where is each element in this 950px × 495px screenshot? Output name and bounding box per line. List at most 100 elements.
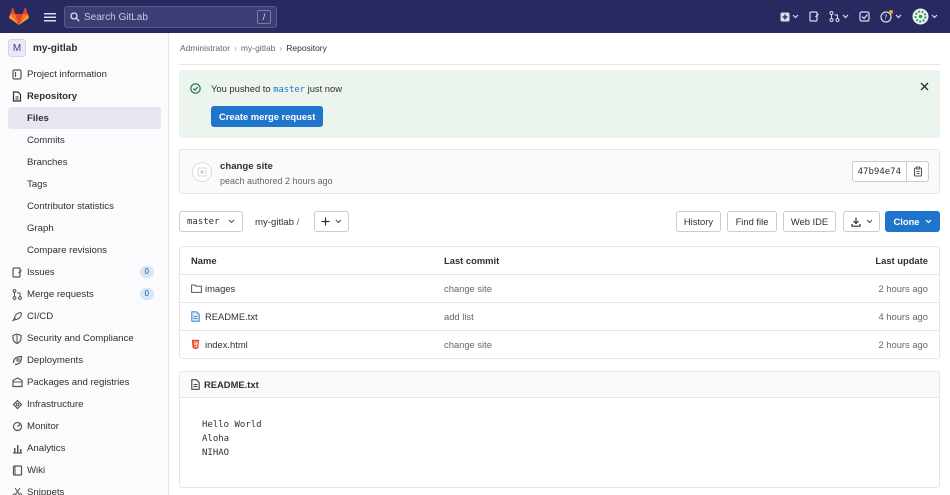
table-row[interactable]: index.html change site 2 hours ago xyxy=(180,330,939,358)
book-icon xyxy=(11,464,23,476)
file-name-cell[interactable]: images xyxy=(191,283,235,294)
main-content: Administrator › my-gitlab › Repository Y… xyxy=(170,33,950,495)
sidebar-item-label: Deployments xyxy=(27,354,83,366)
last-commit-link[interactable]: change site xyxy=(444,339,492,350)
last-update: 4 hours ago xyxy=(878,311,928,322)
branch-selector-label: master xyxy=(187,216,220,227)
readme-panel: README.txt Hello World Aloha NIHAO xyxy=(179,371,940,488)
project-header[interactable]: M my-gitlab xyxy=(0,33,168,63)
breadcrumb-administrator[interactable]: Administrator xyxy=(180,43,230,53)
rocket-icon xyxy=(11,311,23,322)
history-button[interactable]: History xyxy=(676,211,721,232)
sidebar-subitem-contributor-statistics[interactable]: Contributor statistics xyxy=(0,195,168,217)
sidebar-item-ci-cd[interactable]: CI/CD xyxy=(0,305,168,327)
text-file-icon xyxy=(191,311,203,322)
file-name[interactable]: images xyxy=(205,283,235,294)
check-circle-icon xyxy=(190,83,201,97)
merge-request-icon xyxy=(11,288,23,300)
readme-line: Aloha xyxy=(202,434,230,444)
sidebar-item-project-information[interactable]: Project information xyxy=(0,63,168,85)
todos-nav-button[interactable] xyxy=(854,0,875,33)
sidebar-item-deployments[interactable]: Deployments xyxy=(0,349,168,371)
sidebar-subitem-tags[interactable]: Tags xyxy=(0,173,168,195)
readme-title[interactable]: README.txt xyxy=(204,379,259,390)
search-box[interactable]: / xyxy=(64,6,277,28)
sidebar-subitem-commits[interactable]: Commits xyxy=(0,129,168,151)
branch-selector[interactable]: master xyxy=(179,211,243,232)
column-header-last-update: Last update xyxy=(875,255,928,266)
web-ide-button[interactable]: Web IDE xyxy=(783,211,836,232)
merge-request-icon xyxy=(829,11,840,22)
sidebar-item-monitor[interactable]: Monitor xyxy=(0,415,168,437)
search-input[interactable] xyxy=(84,11,244,23)
close-icon[interactable] xyxy=(918,80,930,92)
find-file-button[interactable]: Find file xyxy=(727,211,777,232)
column-header-last-commit: Last commit xyxy=(444,255,500,266)
push-alert: You pushed to master just now Create mer… xyxy=(179,70,940,138)
gitlab-logo[interactable] xyxy=(2,0,36,33)
html-file-icon xyxy=(191,339,203,350)
alert-prefix: You pushed to xyxy=(211,83,274,94)
table-row[interactable]: README.txt add list 4 hours ago xyxy=(180,302,939,330)
merge-requests-nav-button[interactable] xyxy=(824,0,854,33)
path-project-link[interactable]: my-gitlab xyxy=(255,217,294,228)
help-icon: ? xyxy=(880,10,893,23)
sidebar-subitem-compare-revisions[interactable]: Compare revisions xyxy=(0,239,168,261)
sidebar-item-label: Snippets xyxy=(27,486,65,495)
download-dropdown[interactable] xyxy=(843,211,880,232)
breadcrumb-repository[interactable]: Repository xyxy=(286,43,327,53)
sidebar-item-analytics[interactable]: Analytics xyxy=(0,437,168,459)
add-to-tree-dropdown[interactable] xyxy=(314,211,349,232)
file-name-cell[interactable]: README.txt xyxy=(191,311,258,322)
sidebar-subitem-graph[interactable]: Graph xyxy=(0,217,168,239)
readme-content: Hello World Aloha NIHAO xyxy=(180,398,939,460)
create-merge-request-button[interactable]: Create merge request xyxy=(211,106,324,127)
commit-title-link[interactable]: change site xyxy=(220,161,273,172)
monitor-icon xyxy=(11,421,23,432)
last-update: 2 hours ago xyxy=(878,283,928,294)
search-icon xyxy=(70,12,80,22)
copy-icon xyxy=(913,166,922,177)
breadcrumb-project[interactable]: my-gitlab xyxy=(241,43,275,53)
sidebar-item-snippets[interactable]: Snippets xyxy=(0,481,168,495)
alert-branch-link[interactable]: master xyxy=(273,85,305,95)
sidebar: M my-gitlab Project information Reposito… xyxy=(0,33,169,495)
file-name[interactable]: index.html xyxy=(205,339,248,350)
sidebar-item-security[interactable]: Security and Compliance xyxy=(0,327,168,349)
sidebar-item-wiki[interactable]: Wiki xyxy=(0,459,168,481)
info-icon xyxy=(11,68,23,80)
breadcrumb-separator: › xyxy=(279,43,283,53)
sidebar-item-issues[interactable]: Issues 0 xyxy=(0,261,168,283)
clone-dropdown[interactable]: Clone xyxy=(885,211,940,232)
file-name[interactable]: README.txt xyxy=(205,311,258,322)
last-commit-link[interactable]: add list xyxy=(444,311,474,322)
download-icon xyxy=(850,217,861,227)
sidebar-item-infrastructure[interactable]: Infrastructure xyxy=(0,393,168,415)
menu-icon[interactable] xyxy=(38,0,62,33)
readme-header: README.txt xyxy=(180,372,939,398)
alert-suffix: just now xyxy=(305,83,342,94)
chevron-down-icon xyxy=(931,14,938,19)
create-new-dropdown[interactable] xyxy=(775,0,804,33)
copy-sha-button[interactable] xyxy=(907,161,929,182)
last-commit-panel: change site peach authored 2 hours ago 4… xyxy=(179,149,940,194)
user-menu-dropdown[interactable] xyxy=(907,0,950,33)
commit-author-avatar[interactable] xyxy=(192,162,212,182)
project-name: my-gitlab xyxy=(33,42,78,54)
sidebar-item-repository[interactable]: Repository xyxy=(0,85,168,107)
commit-sha[interactable]: 47b94e74 xyxy=(851,161,907,182)
column-header-name: Name xyxy=(191,255,217,266)
help-dropdown[interactable]: ? xyxy=(875,0,907,33)
path-separator: / xyxy=(296,217,300,228)
alert-message: You pushed to master just now xyxy=(211,83,342,95)
sidebar-subitem-files[interactable]: Files xyxy=(8,107,161,129)
sidebar-subitem-branches[interactable]: Branches xyxy=(0,151,168,173)
table-row[interactable]: images change site 2 hours ago xyxy=(180,274,939,302)
file-name-cell[interactable]: index.html xyxy=(191,339,248,350)
last-commit-link[interactable]: change site xyxy=(444,283,492,294)
readme-line: Hello World xyxy=(202,420,262,430)
sidebar-item-merge-requests[interactable]: Merge requests 0 xyxy=(0,283,168,305)
issues-nav-button[interactable] xyxy=(804,0,824,33)
sidebar-item-packages[interactable]: Packages and registries xyxy=(0,371,168,393)
sidebar-item-label: Repository xyxy=(27,90,78,102)
